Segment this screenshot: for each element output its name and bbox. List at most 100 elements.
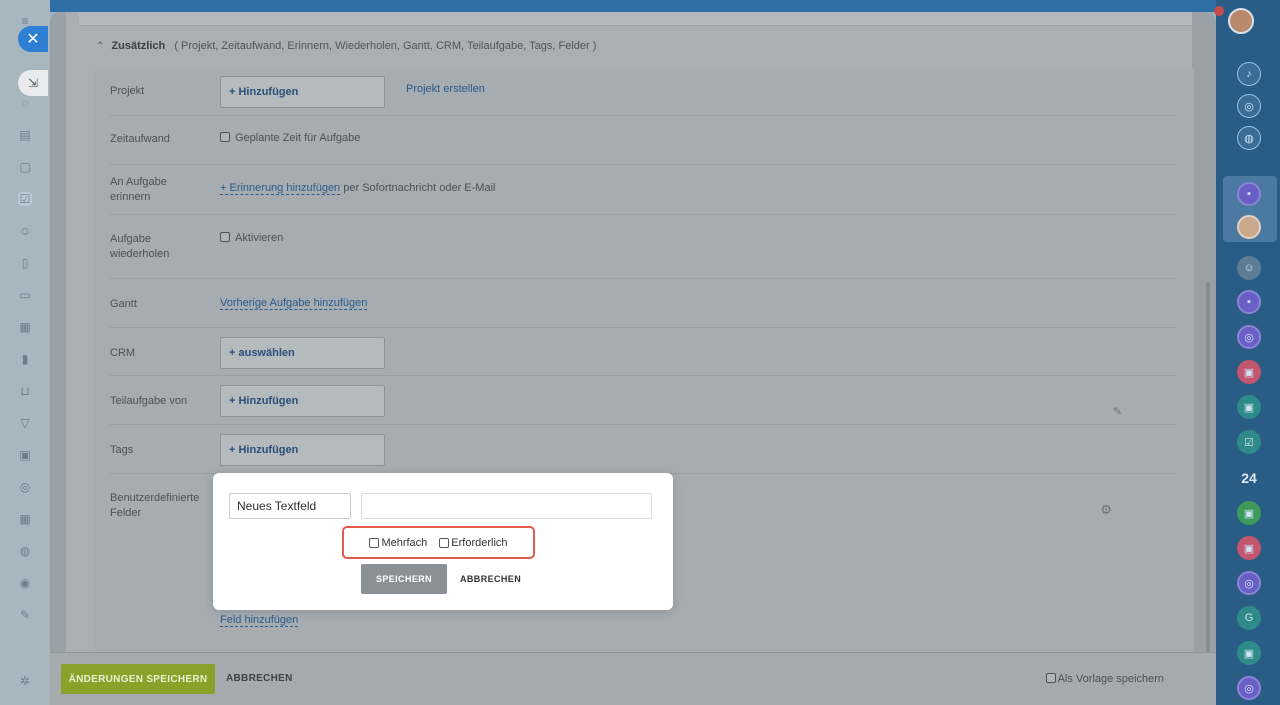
row-gantt: Gantt Vorherige Aufgabe hinzufügen [110, 279, 1176, 328]
chat-avatar-4[interactable]: ▪ [1237, 290, 1261, 314]
multiple-checkbox[interactable] [369, 537, 380, 548]
minimize-icon: ⇲ [27, 76, 39, 90]
left-sidebar: ≡ ◌ ▤ ▢ ☑ ☺ ▯ ▭ ▦ ▮ ⊔ ▽ ▣ ◎ ▦ ◍ ◉ ✎ ✲ [0, 0, 50, 705]
row-label: Gantt [110, 298, 137, 310]
add-previous-task-link[interactable]: Vorherige Aufgabe hinzufügen [220, 297, 368, 310]
multiple-option[interactable]: Mehrfach [369, 537, 427, 549]
row-label: Projekt [110, 85, 145, 97]
shop-icon[interactable]: ⊔ [18, 384, 32, 398]
row-crm: CRM + auswählen [110, 328, 1176, 376]
row-label: Teilaufgabe von [110, 395, 188, 407]
chat-avatar-6[interactable]: ◎ [1237, 571, 1261, 595]
chevron-up-icon: ⌃ [96, 41, 105, 52]
template-label: Als Vorlage speichern [1057, 673, 1164, 685]
custom-field-popup: Mehrfach Erforderlich SPEICHERN ABBRECHE… [213, 473, 673, 610]
pin-icon[interactable]: ✎ [1113, 405, 1122, 418]
bell-icon[interactable]: ♪ [1237, 62, 1261, 86]
sites-icon[interactable]: ▦ [18, 320, 32, 334]
template-checkbox[interactable] [1045, 673, 1056, 683]
row-project: Projekt + Hinzufügen Projekt erstellen [110, 68, 1176, 116]
chat-avatar-3[interactable]: ☺ [1237, 256, 1261, 280]
lock-chat-icon-3[interactable]: ▣ [1237, 501, 1261, 525]
create-project-link[interactable]: Projekt erstellen [406, 83, 485, 95]
lock-chat-icon-4[interactable]: ▣ [1237, 536, 1261, 560]
top-strip [0, 0, 1280, 12]
crm-select-button[interactable]: + auswählen [220, 337, 385, 369]
section-header-additional[interactable]: ⌃ Zusätzlich ( Projekt, Zeitaufwand, Eri… [96, 40, 596, 52]
row-label: An Aufgabe erinnern [110, 176, 167, 203]
row-label: Aufgabe wiederholen [110, 233, 170, 260]
analytics-icon[interactable]: ▮ [18, 352, 32, 366]
planned-time-label: Geplante Zeit für Aufgabe [235, 132, 361, 144]
popup-cancel-button[interactable]: ABBRECHEN [460, 574, 521, 584]
activity-icon[interactable]: ◎ [1237, 94, 1261, 118]
chat-avatar-1[interactable]: ▪ [1237, 182, 1261, 206]
planned-time-checkbox[interactable] [220, 132, 230, 142]
calendar-icon[interactable]: ▦ [18, 512, 32, 526]
lock-chat-icon-2[interactable]: ▣ [1237, 395, 1261, 419]
save-changes-button[interactable]: ÄNDERUNGEN SPEICHERN [61, 664, 215, 694]
multiple-label: Mehrfach [381, 536, 428, 549]
section-title: Zusätzlich [111, 40, 166, 52]
save-as-template[interactable]: Als Vorlage speichern [1045, 673, 1164, 685]
messages-icon[interactable]: ▢ [18, 160, 32, 174]
row-label: CRM [110, 347, 136, 359]
popup-save-button[interactable]: SPEICHERN [361, 564, 447, 594]
lock-chat-icon-1[interactable]: ▣ [1237, 360, 1261, 384]
chat-avatar-8[interactable]: ◎ [1237, 676, 1261, 700]
reminder-hint: per Sofortnachricht oder E-Mail [340, 182, 496, 194]
row-label: Benutzerdefinierte Felder [110, 492, 200, 519]
filter-icon[interactable]: ▽ [18, 416, 32, 430]
mail-icon[interactable]: ▣ [18, 448, 32, 462]
lock-chat-icon-5[interactable]: ▣ [1237, 641, 1261, 665]
edit-icon[interactable]: ✎ [18, 608, 32, 622]
chat-icon[interactable]: ◌ [18, 96, 32, 110]
row-time: Zeitaufwand Geplante Zeit für Aufgabe [110, 116, 1176, 165]
groups-icon[interactable]: ☺ [18, 224, 32, 238]
required-option[interactable]: Erforderlich [439, 536, 508, 549]
row-repeat: Aufgabe wiederholen Aktivieren [110, 215, 1176, 279]
close-icon: ✕ [26, 31, 40, 48]
notification-dot [1214, 6, 1224, 16]
bitrix24-icon[interactable]: 24 [1237, 466, 1261, 490]
tasks-icon[interactable]: ☑ [18, 192, 32, 206]
section-subtitle: ( Projekt, Zeitaufwand, Erinnern, Wieder… [174, 40, 597, 52]
row-remind: An Aufgabe erinnern + Erinnerung hinzufüg… [110, 165, 1176, 215]
field-value-input[interactable] [361, 493, 652, 519]
gear-icon[interactable]: ⚙ [1100, 502, 1112, 518]
minimize-panel-button[interactable]: ⇲ [18, 70, 48, 96]
field-options-highlight: Mehrfach Erforderlich [342, 526, 535, 559]
repeat-checkbox[interactable] [220, 232, 230, 242]
goals-icon[interactable]: ◉ [18, 576, 32, 590]
feed-icon[interactable]: ▤ [18, 128, 32, 142]
right-sidebar: ♪ ◎ ◍ ▪ ☺ ▪ ◎ ▣ ▣ ☑ 24 ▣ ▣ ◎ G ▣ ◎ [1216, 0, 1280, 705]
task-chat-icon[interactable]: ☑ [1237, 430, 1261, 454]
scrollbar[interactable] [1206, 282, 1210, 654]
repeat-label: Aktivieren [235, 232, 284, 244]
add-parent-task-button[interactable]: + Hinzufügen [220, 385, 385, 417]
required-checkbox[interactable] [439, 537, 450, 548]
add-field-link[interactable]: Feld hinzufügen [220, 614, 299, 627]
chat-avatar-2[interactable] [1237, 215, 1261, 239]
row-tags: Tags + Hinzufügen [110, 425, 1176, 474]
required-label: Erforderlich [451, 536, 508, 549]
chat-avatar-5[interactable]: ◎ [1237, 325, 1261, 349]
cancel-button[interactable]: ABBRECHEN [226, 673, 293, 684]
support-icon[interactable]: ◎ [18, 480, 32, 494]
search-chat-icon[interactable]: ◍ [1237, 126, 1261, 150]
field-name-input[interactable] [229, 493, 351, 519]
user-avatar[interactable] [1228, 8, 1254, 34]
drive-icon[interactable]: ▭ [18, 288, 32, 302]
add-tag-button[interactable]: + Hinzufügen [220, 434, 385, 466]
add-project-button[interactable]: + Hinzufügen [220, 76, 385, 108]
top-card-edge [79, 12, 1192, 26]
docs-icon[interactable]: ▯ [18, 256, 32, 270]
robot-icon[interactable]: ◍ [18, 544, 32, 558]
row-label: Zeitaufwand [110, 133, 170, 145]
add-reminder-link[interactable]: + Erinnerung hinzufügen [220, 182, 341, 195]
footer-bar: ÄNDERUNGEN SPEICHERN ABBRECHEN Als Vorla… [50, 652, 1216, 705]
chat-avatar-7[interactable]: G [1237, 606, 1261, 630]
close-panel-button[interactable]: ✕ [18, 26, 48, 52]
row-subtask: Teilaufgabe von + Hinzufügen [110, 376, 1176, 425]
settings-icon[interactable]: ✲ [18, 674, 32, 688]
